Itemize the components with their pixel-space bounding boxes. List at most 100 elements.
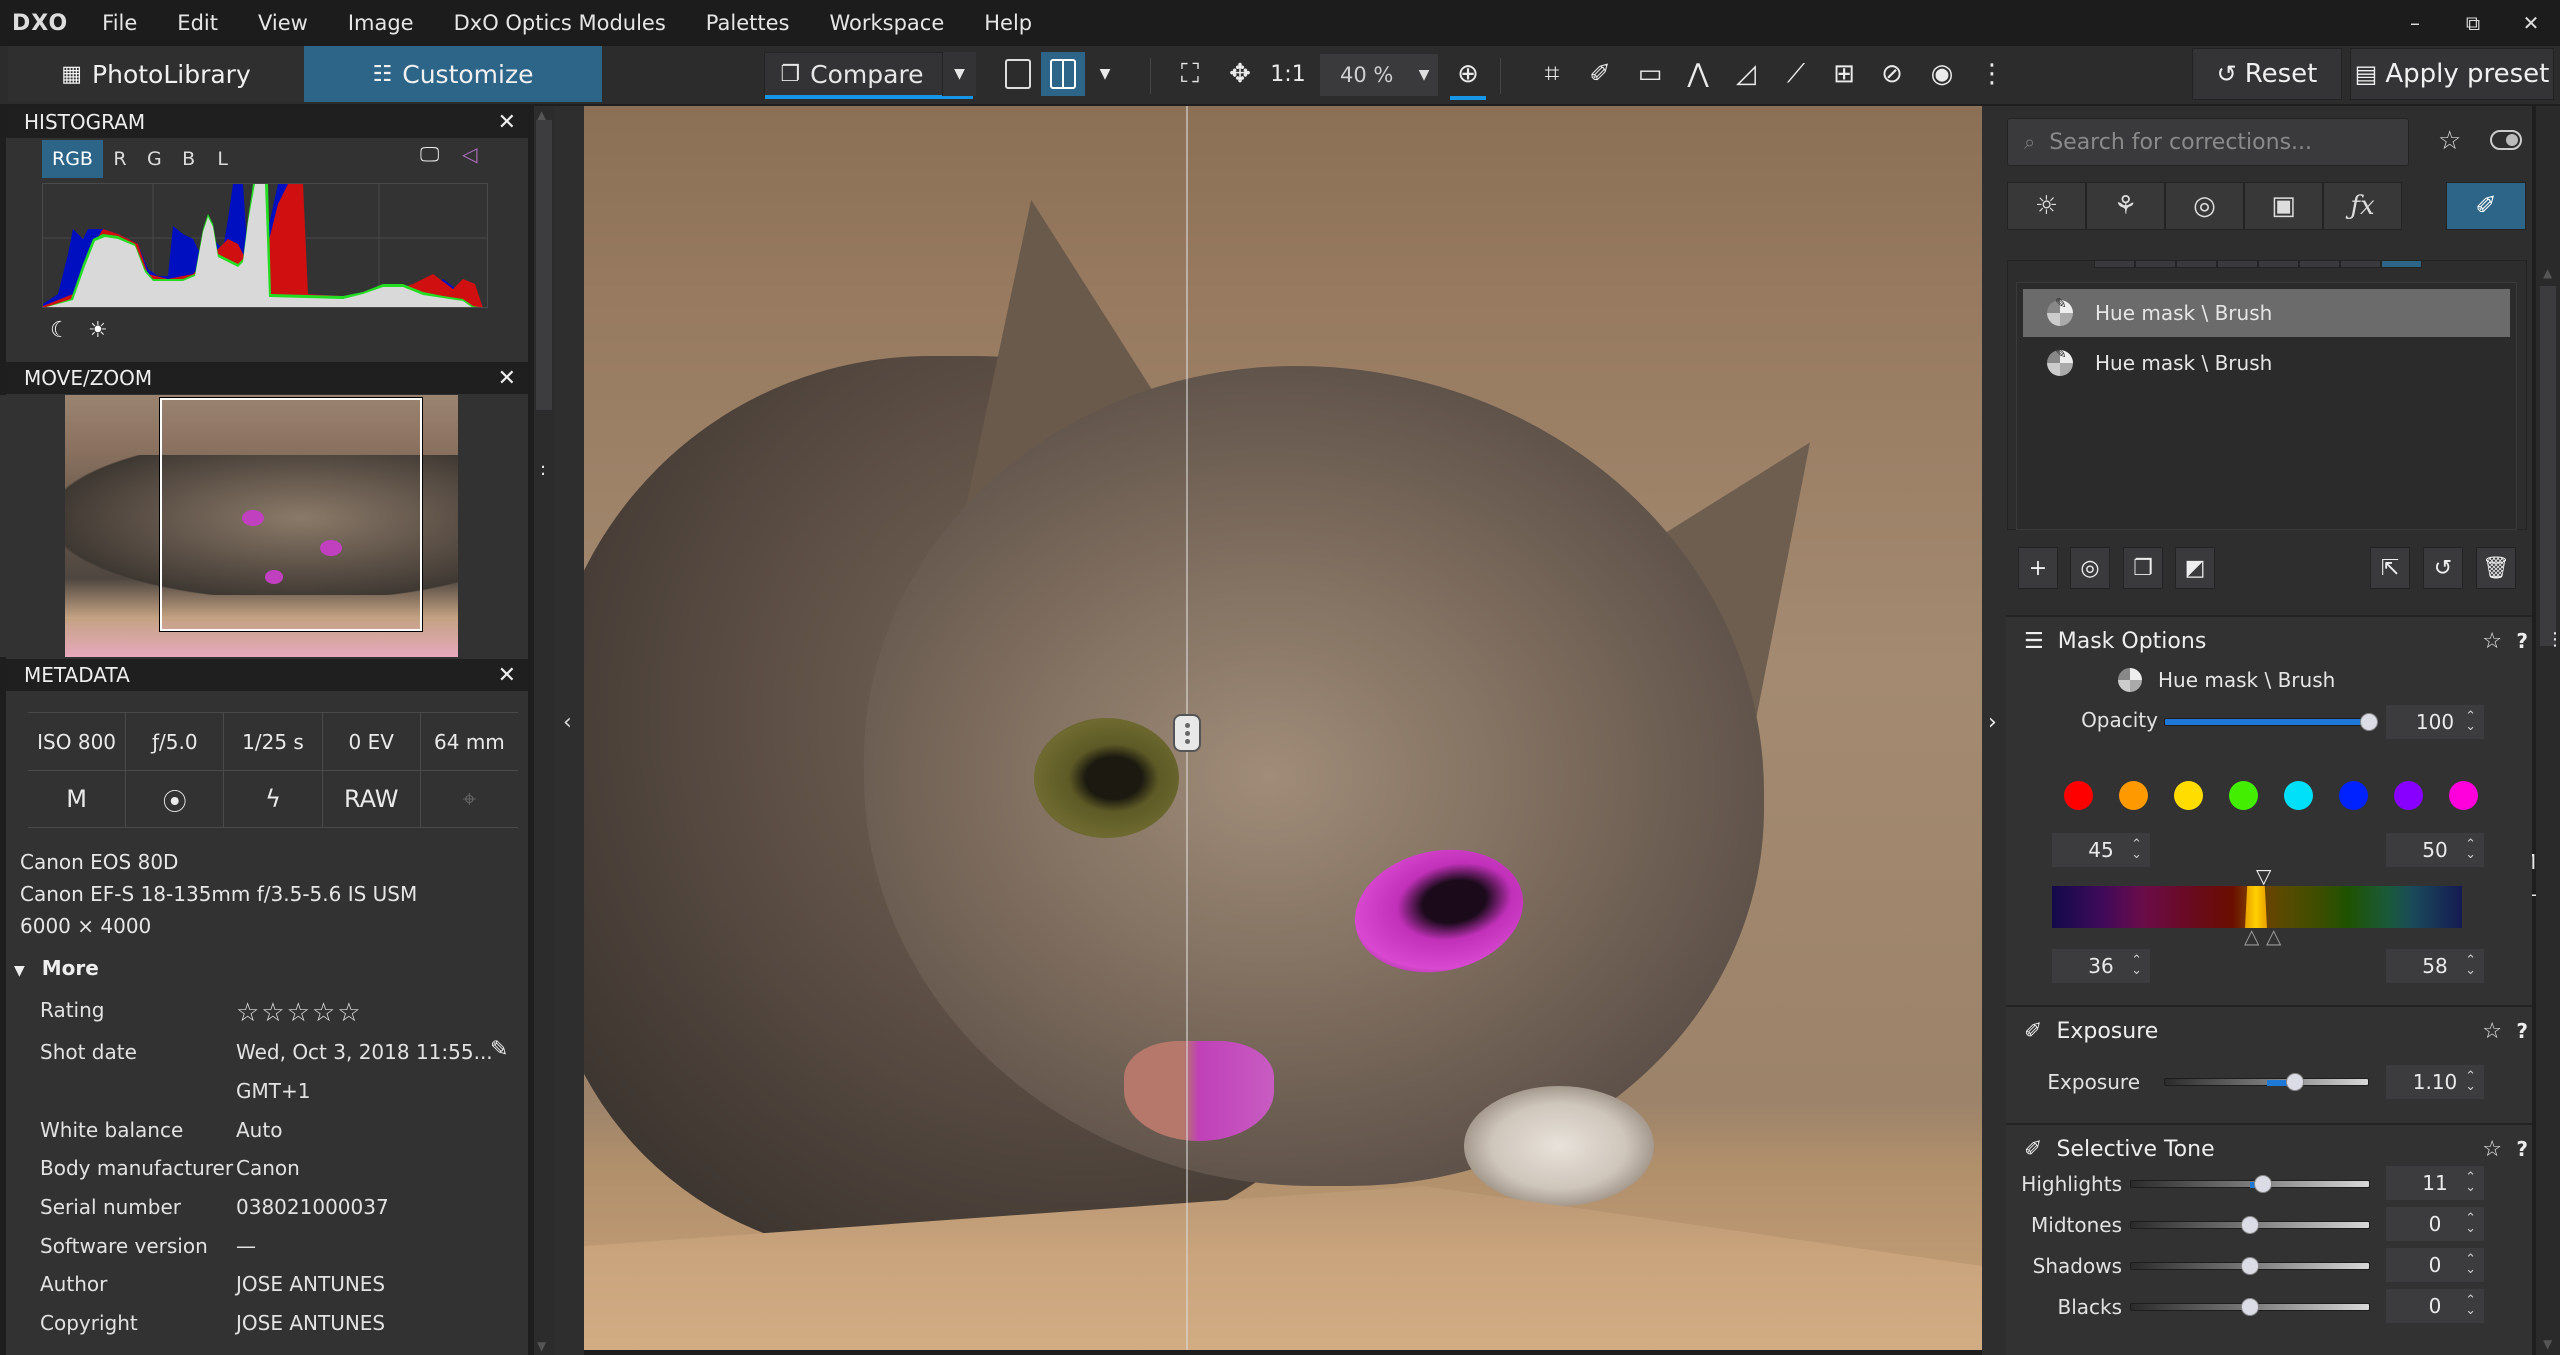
move-button[interactable]: ✥ bbox=[1220, 54, 1260, 94]
red-eye-button[interactable]: ◉ bbox=[1922, 54, 1962, 94]
add-mask-button[interactable]: + bbox=[2018, 547, 2058, 589]
spinner-icon[interactable]: ⌃ ⌄ bbox=[2465, 1070, 2476, 1093]
hue-bottom-left-handle-icon[interactable]: △ bbox=[2244, 924, 2259, 948]
grid-warp-button[interactable]: ⊞ bbox=[1824, 54, 1864, 94]
close-window-button[interactable]: ✕ bbox=[2502, 0, 2560, 46]
navigator-thumbnail[interactable] bbox=[65, 395, 458, 657]
right-panel-scrollbar[interactable]: ▲ ⋮ ▼ bbox=[2536, 106, 2560, 1355]
search-input[interactable] bbox=[2049, 129, 2390, 155]
tone-value-field[interactable]: 0 ⌃ ⌄ bbox=[2386, 1289, 2484, 1323]
hue-swatch[interactable] bbox=[2229, 781, 2258, 810]
panel-resize-handle-icon[interactable]: ⋮ bbox=[2546, 631, 2560, 649]
minimize-button[interactable]: – bbox=[2386, 0, 2444, 46]
shadow-clipping-icon[interactable]: ☾ bbox=[50, 318, 70, 343]
panel-resize-handle-icon[interactable]: : bbox=[540, 461, 546, 479]
tone-slider-knob[interactable] bbox=[2241, 1216, 2259, 1234]
palette-tab-detail[interactable]: ◎ bbox=[2165, 182, 2244, 230]
single-view-button[interactable] bbox=[996, 52, 1040, 96]
apply-preset-button[interactable]: ▤ Apply preset bbox=[2350, 48, 2554, 100]
opacity-value-field[interactable]: 100 ⌃ ⌄ bbox=[2386, 705, 2484, 739]
spinner-icon[interactable]: ⌃ ⌄ bbox=[2465, 1171, 2476, 1194]
mask-list-item[interactable]: Hue mask \ Brush bbox=[2023, 289, 2510, 337]
menu-file[interactable]: File bbox=[82, 11, 157, 35]
compare-split-handle[interactable] bbox=[1173, 714, 1201, 752]
favorite-star-icon[interactable]: ☆ bbox=[2482, 1019, 2502, 1044]
tone-slider-knob[interactable] bbox=[2241, 1257, 2259, 1275]
perspective-tool-button[interactable]: ⋀ bbox=[1678, 54, 1718, 94]
scroll-up-icon[interactable]: ▲ bbox=[2543, 266, 2552, 280]
help-icon[interactable]: ? bbox=[2516, 629, 2528, 653]
hue-swatch[interactable] bbox=[2174, 781, 2203, 810]
menu-view[interactable]: View bbox=[238, 11, 328, 35]
scroll-down-icon[interactable]: ▼ bbox=[2543, 1337, 2552, 1351]
hue-swatch[interactable] bbox=[2394, 781, 2423, 810]
help-icon[interactable]: ? bbox=[2516, 1137, 2528, 1161]
show-active-toggle[interactable] bbox=[2490, 130, 2522, 150]
section-header[interactable]: ☰ Mask Options bbox=[2024, 629, 2206, 654]
hide-mask-button[interactable]: ◎ bbox=[2070, 547, 2110, 589]
rating-stars[interactable]: ☆☆☆☆☆ bbox=[236, 998, 363, 1028]
palette-tab-effects[interactable]: ƒx bbox=[2323, 182, 2402, 230]
spinner-icon[interactable]: ⌃ ⌄ bbox=[2465, 710, 2476, 733]
restore-button[interactable]: ⧉ bbox=[2444, 0, 2502, 46]
channel-r[interactable]: R bbox=[103, 140, 137, 178]
menu-palettes[interactable]: Palettes bbox=[686, 11, 810, 35]
section-header[interactable]: ✐ Exposure bbox=[2024, 1019, 2158, 1044]
reset-mask-button[interactable]: ↺ bbox=[2423, 547, 2463, 589]
mask-list-item[interactable]: Hue mask \ Brush bbox=[2023, 339, 2510, 387]
menu-help[interactable]: Help bbox=[964, 11, 1052, 35]
menu-workspace[interactable]: Workspace bbox=[809, 11, 964, 35]
left-panel-scrollbar[interactable]: ▲ ▼ bbox=[534, 106, 554, 1355]
scroll-down-icon[interactable]: ▼ bbox=[537, 1339, 546, 1353]
spinner-icon[interactable]: ⌃ ⌄ bbox=[2465, 1253, 2476, 1276]
edit-date-icon[interactable]: ✎ bbox=[490, 1037, 508, 1062]
image-viewer[interactable] bbox=[584, 106, 1982, 1350]
menu-edit[interactable]: Edit bbox=[157, 11, 238, 35]
duplicate-mask-button[interactable]: ❐ bbox=[2123, 547, 2163, 589]
search-corrections-field[interactable]: ⌕ bbox=[2007, 118, 2409, 166]
reset-mask-order-button[interactable]: ⇱ bbox=[2370, 547, 2410, 589]
one-to-one-button[interactable]: 1:1 bbox=[1268, 54, 1308, 94]
menu-image[interactable]: Image bbox=[328, 11, 434, 35]
spinner-icon[interactable]: ⌃ ⌄ bbox=[2465, 1294, 2476, 1317]
section-header[interactable]: ✐ Selective Tone bbox=[2024, 1137, 2215, 1162]
channel-l[interactable]: L bbox=[206, 140, 240, 178]
scrollbar-thumb[interactable] bbox=[536, 120, 552, 410]
spinner-icon[interactable]: ⌃ ⌄ bbox=[2465, 1212, 2476, 1235]
palette-tab-light[interactable]: ☼ bbox=[2007, 182, 2086, 230]
channel-g[interactable]: G bbox=[137, 140, 172, 178]
tone-value-field[interactable]: 11 ⌃ ⌄ bbox=[2386, 1166, 2484, 1200]
tab-customize[interactable]: ☷ Customize bbox=[304, 46, 602, 102]
hue-bottom-left-field[interactable]: 36 ⌃ ⌄ bbox=[2052, 949, 2150, 983]
navigator-viewport-frame[interactable] bbox=[159, 397, 423, 632]
palette-tab-local-adjustments[interactable]: ✐ bbox=[2446, 182, 2526, 230]
tone-value-field[interactable]: 0 ⌃ ⌄ bbox=[2386, 1207, 2484, 1241]
spinner-icon[interactable]: ⌃ ⌄ bbox=[2131, 954, 2142, 977]
scrollbar-thumb[interactable] bbox=[2540, 286, 2556, 646]
opacity-slider-knob[interactable] bbox=[2360, 713, 2378, 731]
reset-button[interactable]: ↺ Reset bbox=[2192, 48, 2342, 100]
invert-mask-button[interactable]: ◩ bbox=[2175, 547, 2215, 589]
exposure-value-field[interactable]: 1.10 ⌃ ⌄ bbox=[2386, 1065, 2484, 1099]
channel-rgb[interactable]: RGB bbox=[42, 140, 103, 178]
soft-proof-icon[interactable]: ◁ bbox=[462, 142, 477, 166]
more-toggle[interactable]: ▼ More bbox=[14, 956, 99, 980]
compare-dropdown[interactable]: ▼ bbox=[942, 52, 976, 96]
channel-b[interactable]: B bbox=[172, 140, 206, 178]
monitor-icon[interactable]: 🖵 bbox=[420, 142, 439, 166]
help-icon[interactable]: ? bbox=[2516, 1019, 2528, 1043]
spinner-icon[interactable]: ⌃ ⌄ bbox=[2465, 838, 2476, 861]
delete-mask-button[interactable]: 🗑 bbox=[2476, 547, 2516, 589]
tone-slider-knob[interactable] bbox=[2241, 1298, 2259, 1316]
hue-swatch[interactable] bbox=[2284, 781, 2313, 810]
highlight-clipping-icon[interactable]: ☀ bbox=[88, 318, 108, 343]
hue-bottom-right-field[interactable]: 58 ⌃ ⌄ bbox=[2386, 949, 2484, 983]
fit-to-screen-button[interactable]: ⛶ bbox=[1170, 54, 1210, 94]
palette-tab-color[interactable]: ⚘ bbox=[2086, 182, 2165, 230]
collapse-left-panel-icon[interactable]: ‹ bbox=[563, 710, 572, 735]
repair-tool-button[interactable]: ⊘ bbox=[1872, 54, 1912, 94]
crop-tool-button[interactable]: ⌗ bbox=[1532, 54, 1572, 94]
perspective-rect-button[interactable]: ◿ bbox=[1726, 54, 1766, 94]
favorite-star-icon[interactable]: ☆ bbox=[2482, 629, 2502, 654]
tone-value-field[interactable]: 0 ⌃ ⌄ bbox=[2386, 1248, 2484, 1282]
